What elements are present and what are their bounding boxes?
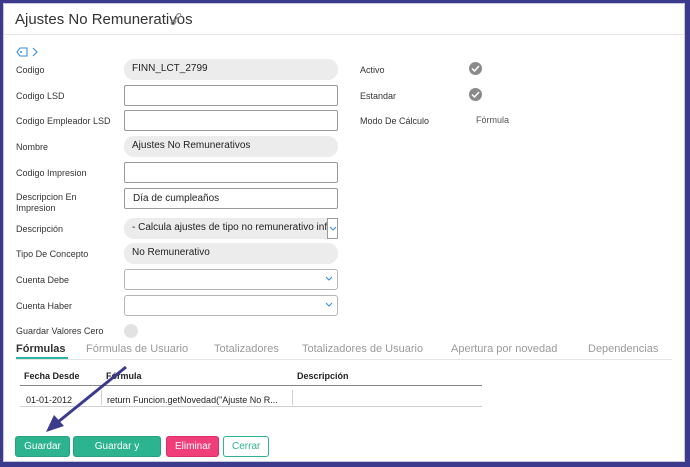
tipo-concepto-label: Tipo De Concepto [16, 249, 89, 259]
estandar-check-icon[interactable] [469, 88, 482, 101]
active-tab-indicator [16, 357, 68, 359]
chevron-down-icon [325, 302, 333, 307]
tipo-concepto-field: No Remunerativo [124, 243, 338, 264]
delete-button[interactable]: Eliminar [166, 436, 219, 457]
nombre-field: Ajustes No Remunerativos [124, 136, 338, 157]
tab-formulas[interactable]: Fórmulas [16, 343, 66, 355]
table-cell-formula[interactable]: return Funcion.getNovedad("Ajuste No R..… [107, 395, 278, 405]
activo-check-icon[interactable] [469, 62, 482, 75]
chevron-down-icon [329, 226, 337, 231]
column-separator [292, 390, 293, 405]
chevron-right-icon[interactable] [31, 47, 39, 57]
codigo-lsd-label: Codigo LSD [16, 91, 65, 101]
descripcion-dropdown-toggle[interactable] [327, 218, 338, 239]
estandar-label: Estandar [360, 91, 397, 101]
codigo-empleador-lsd-label: Codigo Empleador LSD [16, 116, 111, 126]
descripcion-field[interactable]: - Calcula ajustes de tipo no remunerativ… [124, 218, 327, 239]
link-icon[interactable] [170, 13, 182, 25]
table-header-fecha-desde: Fecha Desde [24, 371, 80, 381]
descripcion-label: Descripción [16, 224, 64, 234]
cuenta-haber-select[interactable] [124, 295, 338, 316]
column-separator [101, 390, 102, 405]
save-and-new-button[interactable]: Guardar y nuevo [73, 436, 161, 461]
table-header-descripcion: Descripción [297, 371, 349, 381]
tabs-divider [16, 359, 672, 360]
codigo-lsd-input[interactable] [124, 85, 338, 106]
codigo-impresion-label: Codigo Impresion [16, 168, 87, 178]
cuenta-debe-select[interactable] [124, 269, 338, 290]
nombre-label: Nombre [16, 142, 49, 152]
modo-calculo-value: Fórmula [476, 115, 510, 125]
chevron-down-icon [325, 276, 333, 281]
cuenta-debe-label: Cuenta Debe [16, 275, 70, 285]
descripcion-impresion-label: Descripcion En Impresion [16, 192, 77, 214]
codigo-field: FINN_LCT_2799 [124, 59, 338, 80]
tag-icon[interactable] [16, 47, 28, 57]
header: Ajustes No Remunerativos [4, 4, 684, 35]
descripcion-impresion-input[interactable]: Día de cumpleaños [124, 188, 338, 209]
guardar-valores-cero-toggle[interactable] [124, 324, 138, 338]
codigo-impresion-input[interactable] [124, 162, 338, 183]
descripcion-impresion-label-line2: Impresion [16, 203, 56, 213]
save-button[interactable]: Guardar [15, 436, 70, 457]
codigo-label: Codigo [16, 65, 45, 75]
tab-apertura-por-novedad[interactable]: Apertura por novedad [451, 343, 557, 355]
codigo-empleador-lsd-input[interactable] [124, 110, 338, 131]
tab-formulas-de-usuario[interactable]: Fórmulas de Usuario [86, 343, 188, 355]
tab-totalizadores[interactable]: Totalizadores [214, 343, 279, 355]
table-header-formula: Fórmula [106, 371, 142, 381]
tab-totalizadores-de-usuario[interactable]: Totalizadores de Usuario [302, 343, 423, 355]
table-cell-fecha-desde: 01-01-2012 [26, 395, 73, 405]
descripcion-impresion-label-line1: Descripcion En [16, 192, 77, 202]
cuenta-haber-label: Cuenta Haber [16, 301, 73, 311]
activo-label: Activo [360, 65, 385, 75]
guardar-valores-cero-label: Guardar Valores Cero [16, 326, 104, 336]
modo-calculo-label: Modo De Cálculo [360, 116, 430, 126]
close-button[interactable]: Cerrar [223, 436, 269, 457]
tag-row[interactable] [16, 46, 39, 58]
tab-dependencias[interactable]: Dependencias [588, 343, 658, 355]
form-window: Ajustes No Remunerativos Codigo FINN_LCT… [3, 3, 685, 462]
page-title: Ajustes No Remunerativos [15, 11, 193, 28]
